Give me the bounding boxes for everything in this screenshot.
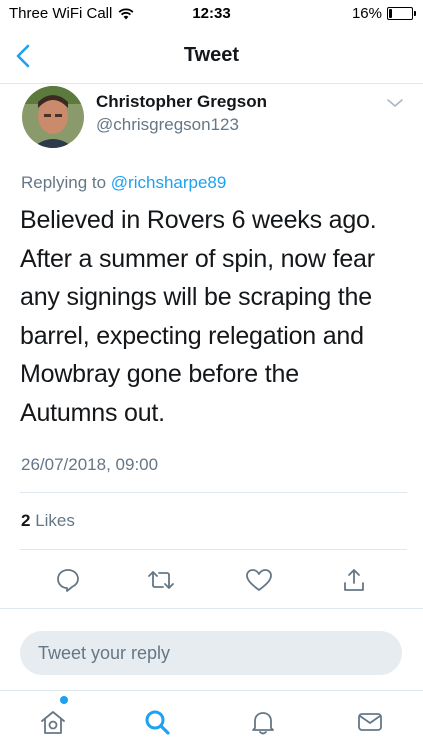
tab-messages[interactable]: [355, 707, 385, 737]
new-content-dot: [60, 696, 68, 704]
home-icon: [41, 711, 65, 734]
notifications-icon: [252, 712, 274, 735]
like-button[interactable]: [244, 565, 274, 595]
battery-icon: [387, 7, 416, 20]
share-icon: [344, 569, 364, 591]
search-icon: [145, 710, 170, 735]
replying-to: Replying to @richsharpe89: [21, 173, 226, 193]
divider: [20, 492, 407, 493]
avatar[interactable]: [22, 86, 84, 148]
tweet-text-line: Mowbray gone before the: [20, 360, 299, 388]
retweet-button[interactable]: [146, 565, 176, 595]
tab-search[interactable]: [142, 707, 172, 737]
reply-input[interactable]: Tweet your reply: [20, 631, 402, 675]
likes-label: Likes: [35, 511, 75, 530]
tweet-text: Believed in Rovers 6 weeks ago. After a …: [20, 201, 410, 432]
tab-notifications[interactable]: [248, 707, 278, 737]
reply-button[interactable]: [53, 565, 83, 595]
profile-photo-icon: [22, 86, 84, 148]
reply-mention-link[interactable]: @richsharpe89: [111, 173, 227, 192]
tweet-text-line: barrel, expecting relegation and: [20, 321, 364, 350]
reply-placeholder: Tweet your reply: [38, 643, 171, 663]
tab-home[interactable]: [38, 707, 68, 737]
nav-bar: Tweet: [0, 28, 423, 84]
page-title: Tweet: [183, 44, 240, 66]
tweet-text-line: any signings will be scraping the: [20, 283, 372, 311]
tweet-options-button[interactable]: [385, 96, 405, 110]
tweet-text-line: Believed in Rovers 6 weeks ago.: [20, 206, 377, 234]
tweet-timestamp: 26/07/2018, 09:00: [21, 455, 159, 474]
chevron-down-icon: [387, 99, 403, 107]
tweet-text-line: After a summer of spin, now fear: [20, 244, 375, 273]
reply-icon: [57, 569, 79, 592]
divider: [20, 549, 407, 550]
author-name[interactable]: Christopher Gregson: [96, 92, 267, 112]
author-handle[interactable]: @chrisgregson123: [96, 115, 239, 135]
retweet-icon: [148, 571, 174, 589]
likes-count-link[interactable]: 2 Likes: [21, 511, 75, 531]
replying-prefix: Replying to: [21, 173, 107, 192]
like-icon: [246, 569, 272, 591]
battery-status: 16%: [351, 5, 416, 22]
battery-percent: 16%: [351, 5, 382, 22]
share-button[interactable]: [339, 565, 369, 595]
divider: [0, 608, 423, 609]
likes-count: 2: [21, 511, 31, 530]
status-bar: Three WiFi Call 12:33 16%: [0, 0, 423, 28]
messages-icon: [358, 713, 382, 731]
tweet-text-line: Autumns out.: [20, 398, 165, 427]
